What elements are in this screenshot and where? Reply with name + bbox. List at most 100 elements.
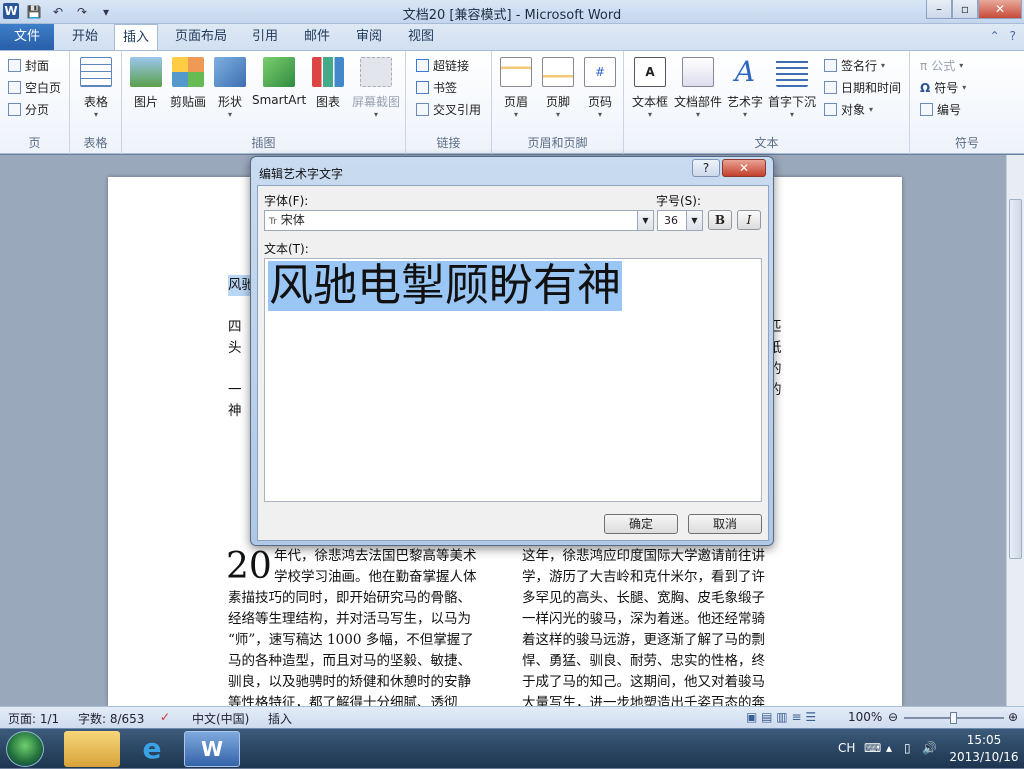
font-select[interactable]: Tr 宋体 ▼ — [264, 210, 654, 231]
tab-home[interactable]: 开始 — [62, 24, 108, 50]
wordart-button[interactable]: A 艺术字 ▾ — [726, 57, 764, 120]
dropcap-button[interactable]: 首字下沉 ▾ — [768, 57, 816, 120]
scrollbar-thumb[interactable] — [1009, 199, 1022, 559]
crossref-button[interactable]: 交叉引用 — [416, 101, 481, 118]
group-symbols: π 公式 ▾ Ω 符号 ▾ 编号 符号 — [910, 51, 1024, 154]
word-count[interactable]: 字数: 8/653 — [78, 710, 144, 727]
network-icon[interactable]: ▯ — [904, 741, 911, 755]
object-icon — [824, 103, 837, 116]
proofing-icon[interactable]: ✓ — [160, 710, 170, 724]
footer-button[interactable]: 页脚 ▾ — [542, 57, 574, 120]
insert-mode-indicator[interactable]: 插入 — [268, 710, 292, 727]
page-number-button[interactable]: # 页码 ▾ — [584, 57, 616, 120]
bold-button[interactable]: B — [708, 210, 732, 230]
group-header-footer: 页眉 ▾ 页脚 ▾ # 页码 ▾ 页眉和页脚 — [492, 51, 624, 154]
volume-icon[interactable]: 🔊 — [922, 741, 937, 755]
col2-line-7: 于成了马的知己。这期间，他又对着骏马 — [522, 674, 765, 690]
help-icon[interactable]: ? — [1010, 29, 1016, 43]
zoom-level[interactable]: 100% — [848, 710, 882, 724]
italic-button[interactable]: I — [737, 210, 761, 230]
text-label: 文本(T): — [264, 242, 309, 256]
tab-page-layout[interactable]: 页面布局 — [168, 24, 234, 50]
blank-page-button[interactable]: 空白页 — [8, 79, 61, 96]
group-tables: 表格 ▾ 表格 — [70, 51, 122, 154]
input-language[interactable]: CH — [838, 741, 855, 755]
equation-button[interactable]: π 公式 ▾ — [920, 57, 963, 74]
tab-file[interactable]: 文件 — [0, 24, 54, 50]
clock-date[interactable]: 2013/10/16 — [946, 750, 1022, 764]
symbol-button[interactable]: Ω 符号 ▾ — [920, 79, 966, 96]
chart-button[interactable]: 图表 — [312, 57, 344, 110]
textbox-button[interactable]: A 文本框 ▾ — [630, 57, 670, 120]
object-button[interactable]: 对象 ▾ — [824, 101, 873, 118]
signature-icon — [824, 59, 837, 72]
group-text-label: 文本 — [754, 136, 779, 150]
dropcap-icon — [776, 57, 808, 87]
picture-button[interactable]: 图片 — [130, 57, 162, 110]
page-count[interactable]: 页面: 1/1 — [8, 710, 59, 727]
quickparts-button[interactable]: 文档部件 ▾ — [674, 57, 722, 120]
maximize-button[interactable]: ▫ — [952, 0, 978, 19]
screenshot-button[interactable]: 屏幕截图 ▾ — [350, 57, 402, 120]
dialog-help-button[interactable]: ? — [692, 159, 720, 177]
group-pages: 封面 空白页 分页 页 — [0, 51, 70, 154]
table-button[interactable]: 表格 ▾ — [78, 57, 114, 120]
size-dropdown-arrow-icon[interactable]: ▼ — [686, 211, 702, 230]
tab-insert[interactable]: 插入 — [114, 24, 158, 51]
language-indicator[interactable]: 中文(中国) — [192, 710, 249, 727]
dialog-title: 编辑艺术字文字 — [259, 167, 344, 181]
clipart-button[interactable]: 剪贴画 — [168, 57, 208, 110]
close-window-button[interactable]: ✕ — [978, 0, 1022, 19]
datetime-button[interactable]: 日期和时间 — [824, 79, 901, 96]
header-button[interactable]: 页眉 ▾ — [500, 57, 532, 120]
size-select[interactable]: 36 ▼ — [657, 210, 703, 231]
signature-line-button[interactable]: 签名行 ▾ — [824, 57, 885, 74]
size-label: 字号(S): — [656, 194, 702, 208]
wordart-text-selection[interactable]: 风驰电掣顾盼有神 — [268, 261, 622, 311]
omega-icon: Ω — [920, 80, 931, 95]
col2-line-1: 这年，徐悲鸿应印度国际大学邀请前往讲 — [522, 548, 765, 564]
tab-review[interactable]: 审阅 — [346, 24, 392, 50]
smartart-button[interactable]: SmartArt — [252, 57, 306, 107]
tab-references[interactable]: 引用 — [242, 24, 288, 50]
zoom-slider-thumb[interactable] — [950, 712, 957, 724]
cover-page-button[interactable]: 封面 — [8, 57, 49, 74]
hyperlink-button[interactable]: 超链接 — [416, 57, 469, 74]
view-buttons[interactable]: ▣ ▤ ▥ ≡ ☰ — [746, 710, 816, 724]
col1-line-3: 素描技巧的同时，即开始研究马的骨骼、 — [228, 590, 471, 606]
wordart-text-input[interactable]: 风驰电掣顾盼有神 — [264, 258, 762, 502]
pi-icon: π — [920, 58, 928, 73]
ok-button[interactable]: 确定 — [604, 514, 678, 534]
zoom-slider-track[interactable] — [904, 712, 1004, 724]
vertical-scrollbar[interactable] — [1006, 155, 1024, 706]
zoom-in-icon[interactable]: ⊕ — [1008, 710, 1018, 724]
font-label: 字体(F): — [264, 194, 309, 208]
doc-para1-left-1: 四 — [228, 319, 242, 335]
page-break-button[interactable]: 分页 — [8, 101, 49, 118]
start-button[interactable] — [6, 731, 44, 767]
number-button[interactable]: 编号 — [920, 101, 961, 118]
font-dropdown-arrow-icon[interactable]: ▼ — [637, 211, 653, 230]
truetype-font-icon: Tr — [269, 217, 277, 227]
shapes-button[interactable]: 形状 ▾ — [214, 57, 246, 120]
minimize-button[interactable]: – — [926, 0, 952, 19]
word-taskbar-icon[interactable]: W — [184, 731, 240, 767]
tab-mailings[interactable]: 邮件 — [294, 24, 340, 50]
drop-cap: 20 — [226, 546, 272, 587]
tab-view[interactable]: 视图 — [398, 24, 444, 50]
quickparts-icon — [682, 57, 714, 87]
window-title: 文档20 [兼容模式] - Microsoft Word — [402, 8, 622, 23]
clock-time[interactable]: 15:05 — [952, 733, 1016, 747]
keyboard-icon[interactable]: ⌨ — [864, 741, 881, 755]
cancel-button[interactable]: 取消 — [688, 514, 762, 534]
tray-arrow-icon[interactable]: ▴ — [886, 741, 892, 755]
zoom-out-icon[interactable]: ⊖ — [888, 710, 898, 724]
ie-taskbar-icon[interactable]: e — [124, 731, 180, 767]
explorer-taskbar-icon[interactable] — [64, 731, 120, 767]
minimize-ribbon-icon[interactable]: ⌃ — [990, 29, 1000, 43]
bookmark-icon — [416, 81, 429, 94]
group-illustrations-label: 插图 — [251, 136, 276, 150]
bookmark-button[interactable]: 书签 — [416, 79, 457, 96]
group-header-footer-label: 页眉和页脚 — [527, 136, 588, 150]
dialog-close-button[interactable]: ✕ — [722, 159, 766, 177]
